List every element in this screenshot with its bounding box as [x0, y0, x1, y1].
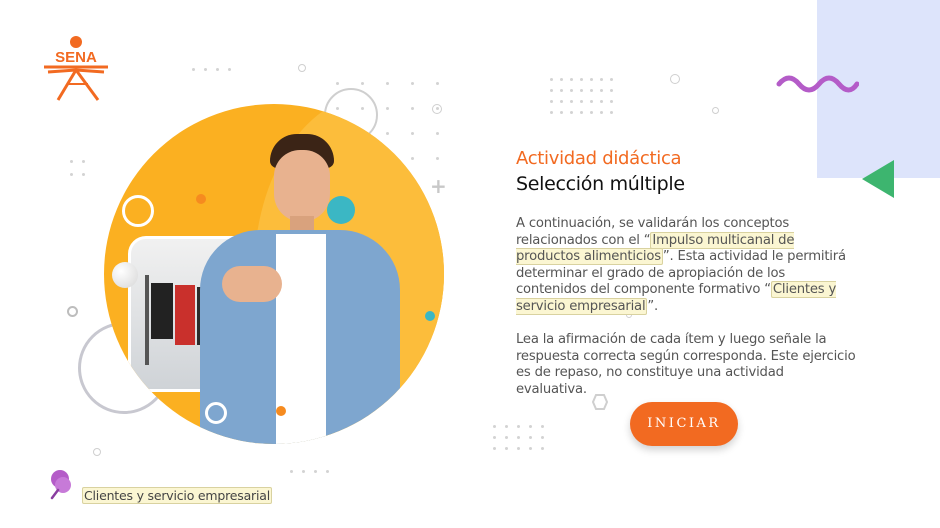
triangle-decoration	[862, 160, 894, 198]
component-label[interactable]: Clientes y servicio empresarial	[82, 487, 272, 504]
ring-decoration	[432, 104, 442, 114]
ring-decoration	[298, 64, 306, 72]
hero-illustration	[104, 104, 444, 444]
component-label-text: Clientes y servicio empresarial	[82, 487, 272, 504]
ring-decoration	[205, 402, 227, 424]
ring-decoration	[670, 74, 680, 84]
activity-title: Selección múltiple	[516, 173, 685, 195]
man-figure	[200, 134, 400, 444]
start-button[interactable]: INICIAR	[630, 402, 738, 446]
ring-decoration	[67, 306, 78, 317]
dots-decoration	[290, 470, 338, 473]
dots-decoration	[493, 425, 553, 450]
ring-decoration	[712, 107, 719, 114]
wave-decoration	[776, 75, 859, 93]
ring-decoration	[93, 448, 101, 456]
description-text: ”.	[647, 298, 659, 314]
ball-decoration	[327, 196, 355, 224]
activity-description: A continuación, se validarán los concept…	[516, 216, 858, 316]
ring-decoration	[122, 195, 154, 227]
ball-decoration	[112, 262, 138, 288]
activity-subtitle: Actividad didáctica	[516, 148, 682, 169]
logo-text: SENA	[55, 49, 97, 66]
dots-decoration	[192, 68, 240, 71]
dots-decoration	[550, 78, 620, 114]
dots-decoration	[70, 160, 94, 176]
pushpin-icon	[50, 470, 71, 500]
ball-decoration	[425, 311, 435, 321]
sena-logo: SENA	[40, 34, 112, 104]
activity-instructions: Lea la afirmación de cada ítem y luego s…	[516, 332, 856, 397]
